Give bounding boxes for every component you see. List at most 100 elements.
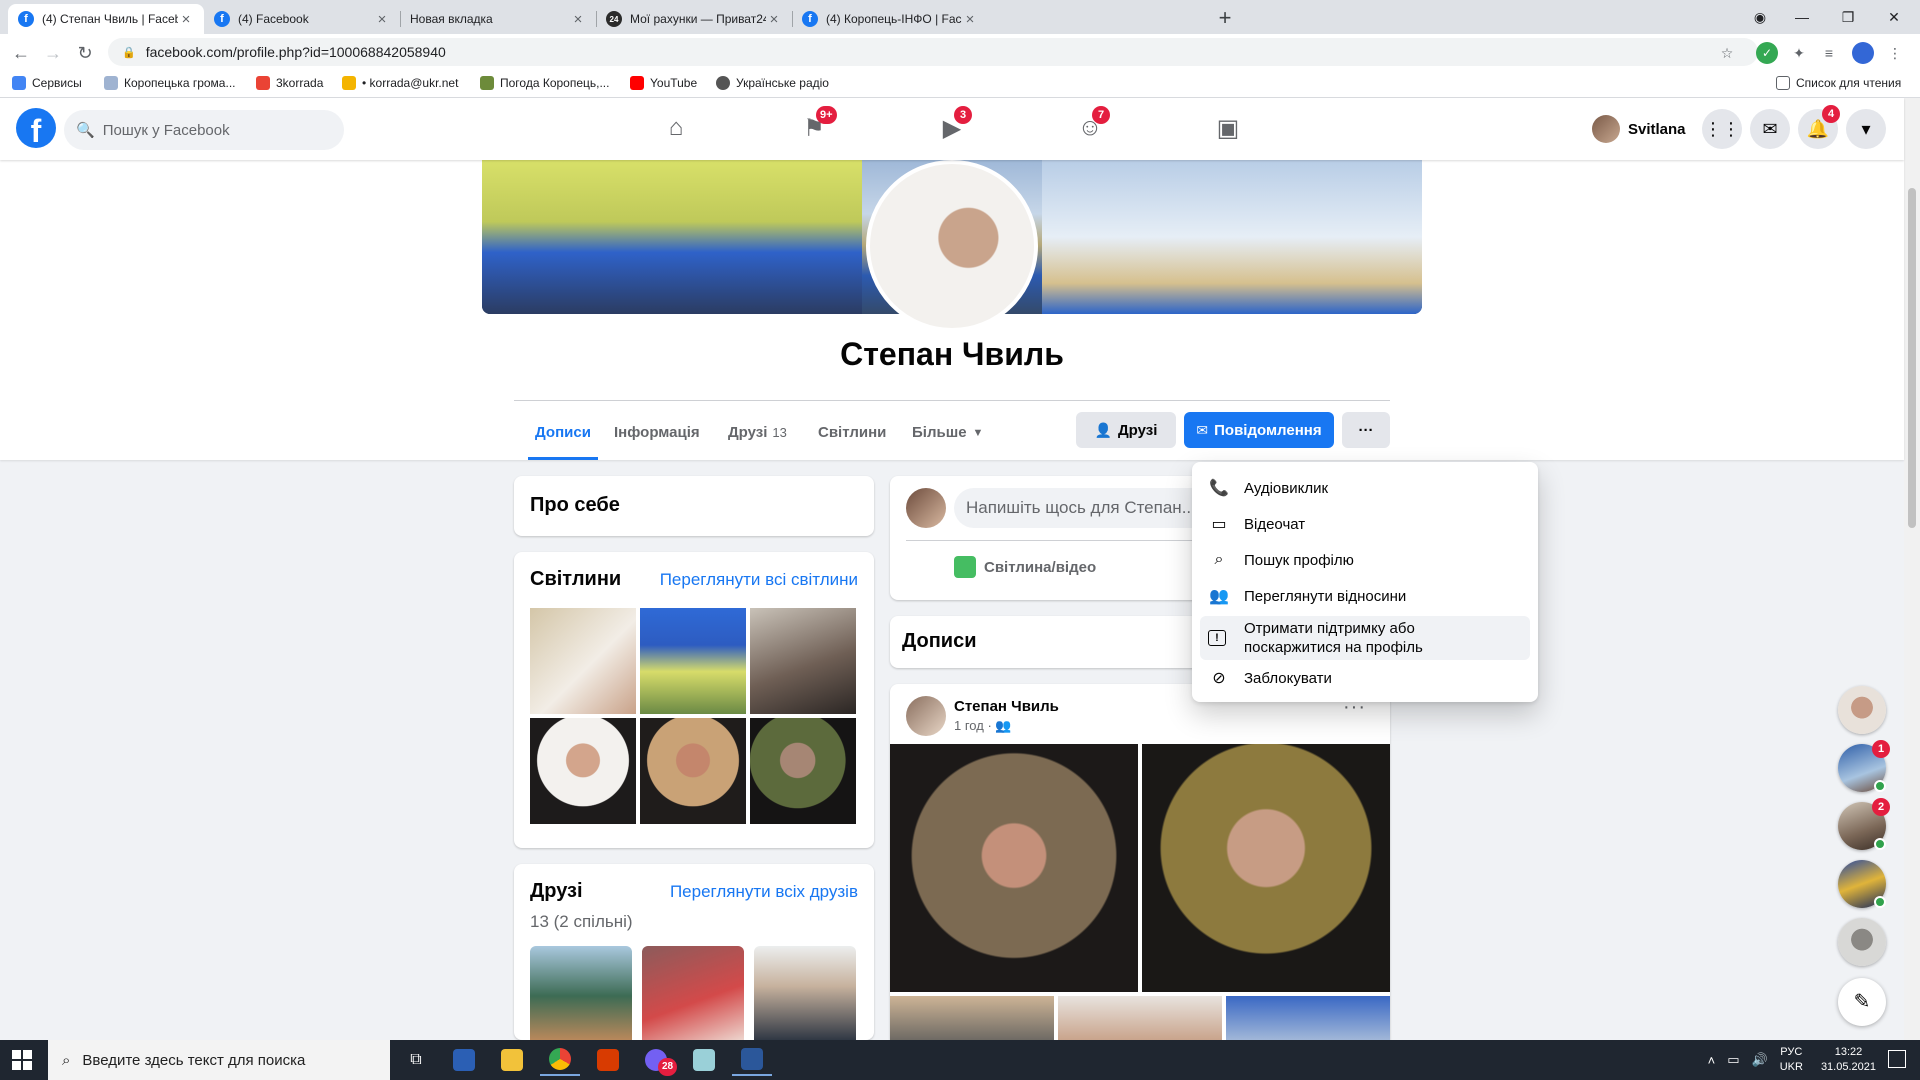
word-icon[interactable] xyxy=(732,1044,772,1076)
extension-check-icon[interactable]: ✓ xyxy=(1756,42,1778,64)
windows-start-icon[interactable] xyxy=(12,1050,32,1070)
pages-flag-icon[interactable]: ⚑ 9+ xyxy=(794,106,837,148)
photo-thumbnail[interactable] xyxy=(750,718,856,824)
save-app-icon[interactable] xyxy=(444,1044,484,1076)
bookmark-ukrainian-radio[interactable]: Українське радіо xyxy=(716,76,829,90)
photo-thumbnail[interactable] xyxy=(530,718,636,824)
back-arrow-icon[interactable]: ← xyxy=(8,40,34,66)
groups-icon[interactable]: ☺ 7 xyxy=(1070,106,1110,148)
close-icon[interactable]: × xyxy=(570,11,586,28)
menu-item-video-chat[interactable]: ▭ Відеочат xyxy=(1200,508,1530,540)
clock[interactable]: 13:22 31.05.2021 xyxy=(1821,1045,1876,1075)
new-message-compose-icon[interactable]: ✎ xyxy=(1838,978,1886,1026)
close-icon[interactable]: × xyxy=(962,11,978,28)
menu-item-search-profile[interactable]: ⌕ Пошук профілю xyxy=(1200,544,1530,576)
window-close-icon[interactable]: ✕ xyxy=(1874,4,1914,30)
friend-thumbnail[interactable] xyxy=(530,946,632,1040)
photo-video-button[interactable]: Світлина/відео xyxy=(954,556,1096,578)
viber-icon[interactable]: 28 xyxy=(636,1044,678,1076)
notifications-bell-icon[interactable]: 🔔 4 xyxy=(1798,105,1840,149)
chrome-icon[interactable] xyxy=(540,1044,580,1076)
bookmark-youtube[interactable]: YouTube xyxy=(630,76,697,90)
tab-about[interactable]: Інформація xyxy=(614,420,700,460)
close-icon[interactable]: × xyxy=(766,11,782,28)
photo-thumbnail[interactable] xyxy=(530,608,636,714)
restore-icon[interactable]: ❐ xyxy=(1828,4,1868,30)
page-scrollbar[interactable] xyxy=(1904,98,1920,1040)
reload-icon[interactable]: ↻ xyxy=(72,40,98,66)
new-tab-button[interactable]: + xyxy=(1212,6,1238,32)
bookmark-services[interactable]: Сервисы xyxy=(12,76,82,90)
tab-posts[interactable]: Дописи xyxy=(528,420,598,460)
close-icon[interactable]: × xyxy=(178,11,194,28)
message-button[interactable]: ✉ Повідомлення xyxy=(1184,412,1334,448)
chat-head-contact[interactable] xyxy=(1838,918,1886,966)
kebab-menu-icon[interactable]: ⋮ xyxy=(1884,42,1906,64)
notes-app-icon[interactable] xyxy=(684,1044,724,1076)
chat-head-contact[interactable]: 2 xyxy=(1838,798,1890,850)
bookmark-weather[interactable]: Погода Коропець,... xyxy=(480,76,609,90)
post-image[interactable] xyxy=(1226,996,1390,1040)
gaming-icon[interactable]: ▣ xyxy=(1208,108,1248,148)
friends-button[interactable]: 👤 Друзі xyxy=(1076,412,1176,448)
menu-item-see-friendship[interactable]: 👥 Переглянути відносини xyxy=(1200,580,1530,612)
account-chevron-down-icon[interactable]: ▾ xyxy=(1846,109,1886,149)
post-image[interactable] xyxy=(890,996,1054,1040)
home-icon[interactable]: ⌂ xyxy=(656,108,696,148)
tab-photos[interactable]: Світлини xyxy=(818,420,886,460)
network-icon[interactable]: ▭ xyxy=(1727,1052,1739,1068)
tab-koropets-info[interactable]: f (4) Коропець-ІНФО | Facebook × xyxy=(792,4,988,34)
language-indicator[interactable]: РУС UKR xyxy=(1780,1045,1803,1075)
see-all-friends-link[interactable]: Переглянути всіх друзів xyxy=(670,882,858,902)
bookmark-korrada-ukrnet[interactable]: • korrada@ukr.net xyxy=(342,76,458,90)
chat-head-contact[interactable] xyxy=(1838,860,1886,908)
friend-thumbnail[interactable] xyxy=(754,946,856,1040)
post-image[interactable] xyxy=(890,744,1138,992)
friend-thumbnail[interactable] xyxy=(642,946,744,1040)
chevron-up-icon[interactable]: ˄ xyxy=(1708,1053,1716,1068)
watch-video-icon[interactable]: ▶ 3 xyxy=(932,106,972,148)
address-bar[interactable]: 🔒 facebook.com/profile.php?id=1000688420… xyxy=(108,38,1758,66)
post-image[interactable] xyxy=(1058,996,1222,1040)
tab-new-tab[interactable]: Новая вкладка × xyxy=(400,4,596,34)
tab-stepan-profile[interactable]: f (4) Степан Чвиль | Facebook × xyxy=(8,4,204,34)
facebook-search-input[interactable]: 🔍 Пошук у Facebook xyxy=(64,110,344,150)
bookmark-koropets-hromada[interactable]: Коропецька грома... xyxy=(104,76,235,90)
photo-thumbnail[interactable] xyxy=(640,608,746,714)
notification-center-icon[interactable] xyxy=(1888,1050,1906,1068)
post-time[interactable]: 1 год · 👥 xyxy=(954,718,1012,734)
more-options-button[interactable]: ··· xyxy=(1342,412,1390,448)
volume-icon[interactable]: 🔊 xyxy=(1752,1052,1768,1068)
media-queue-icon[interactable]: ≡ xyxy=(1818,42,1840,64)
menu-item-report-profile[interactable]: ! Отримати підтримку або поскаржитися на… xyxy=(1200,616,1530,660)
minimize-icon[interactable]: — xyxy=(1782,4,1822,30)
bookmark-3korrada[interactable]: 3korrada xyxy=(256,76,323,90)
tab-search-icon[interactable]: ◉ xyxy=(1740,4,1780,30)
facebook-logo[interactable]: f xyxy=(16,108,56,148)
chat-head-contact[interactable] xyxy=(1838,686,1886,734)
extensions-puzzle-icon[interactable]: ✦ xyxy=(1788,42,1810,64)
tab-friends[interactable]: Друзі 13 xyxy=(728,420,787,460)
post-author[interactable]: Степан Чвиль xyxy=(954,698,1059,715)
messenger-icon[interactable]: ✉ xyxy=(1750,109,1790,149)
avatar[interactable] xyxy=(906,696,946,736)
windows-search-input[interactable]: ⌕ Введите здесь текст для поиска xyxy=(48,1040,390,1080)
menu-item-audio-call[interactable]: 📞 Аудіовиклик xyxy=(1200,472,1530,504)
profile-picture[interactable] xyxy=(866,160,1038,332)
forward-arrow-icon[interactable]: → xyxy=(40,40,66,66)
tab-more[interactable]: Більше ▼ xyxy=(912,420,983,460)
post-image[interactable] xyxy=(1142,744,1390,992)
photo-thumbnail[interactable] xyxy=(640,718,746,824)
see-all-photos-link[interactable]: Переглянути всі світлини xyxy=(660,570,858,590)
menu-item-block[interactable]: ⊘ Заблокувати xyxy=(1200,662,1530,694)
task-view-icon[interactable]: ⧉ xyxy=(396,1044,436,1076)
chat-head-contact[interactable]: 1 xyxy=(1838,740,1890,792)
menu-grid-icon[interactable]: ⋮⋮ xyxy=(1702,109,1742,149)
tab-privat24[interactable]: 24 Мої рахунки — Приват24 × xyxy=(596,4,792,34)
reading-list[interactable]: Список для чтения xyxy=(1776,76,1901,90)
file-explorer-icon[interactable] xyxy=(492,1044,532,1076)
bookmark-star-icon[interactable]: ☆ xyxy=(1716,42,1738,64)
photo-thumbnail[interactable] xyxy=(750,608,856,714)
scrollbar-thumb[interactable] xyxy=(1908,188,1916,528)
tab-facebook[interactable]: f (4) Facebook × xyxy=(204,4,400,34)
